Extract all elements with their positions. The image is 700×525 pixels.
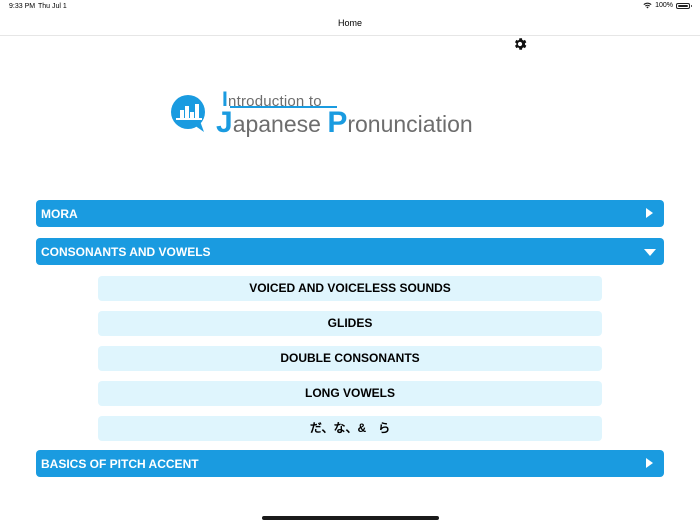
subitem-voiced-voiceless[interactable]: VOICED AND VOICELESS SOUNDS — [98, 276, 602, 301]
subitem-double-consonants[interactable]: DOUBLE CONSONANTS — [98, 346, 602, 371]
section-mora[interactable]: MORA — [36, 200, 664, 227]
page-title: Home — [337, 18, 362, 28]
battery-percent: 100% — [655, 2, 673, 9]
logo-line2-j: J — [216, 106, 233, 139]
subitem-long-vowels[interactable]: LONG VOWELS — [98, 381, 602, 406]
logo-line2-rest2: ronunciation — [347, 111, 473, 137]
battery-icon — [676, 2, 692, 9]
status-date: Thu Jul 1 — [38, 3, 67, 10]
navigation-bar: Home — [0, 14, 700, 36]
section-basics-of-pitch-accent[interactable]: BASICS OF PITCH ACCENT — [36, 450, 664, 477]
speech-bubble-logo-icon — [171, 95, 205, 132]
app-logo: Introduction to Japanese Pronunciation — [168, 86, 513, 140]
chevron-down-icon — [644, 249, 656, 256]
chevron-right-icon — [646, 458, 653, 468]
logo-line2-p: P — [327, 106, 348, 139]
subitem-da-na-ra[interactable]: だ、な、& ら — [98, 416, 602, 441]
section-label: MORA — [41, 207, 78, 221]
status-bar: 9:33 PM Thu Jul 1 100% — [0, 0, 700, 14]
wifi-icon — [643, 2, 652, 9]
logo-line2: Japanese Pronunciation — [216, 106, 473, 140]
section-label: CONSONANTS AND VOWELS — [41, 245, 211, 259]
subitem-glides[interactable]: GLIDES — [98, 311, 602, 336]
gear-icon[interactable] — [512, 36, 528, 52]
section-label: BASICS OF PITCH ACCENT — [41, 457, 199, 471]
logo-line2-rest: apanese — [232, 111, 328, 137]
home-indicator[interactable] — [262, 516, 439, 520]
chevron-right-icon — [646, 208, 653, 218]
status-time: 9:33 PM — [9, 3, 36, 10]
section-consonants-and-vowels[interactable]: CONSONANTS AND VOWELS — [36, 238, 664, 265]
status-right: 100% — [643, 2, 692, 9]
